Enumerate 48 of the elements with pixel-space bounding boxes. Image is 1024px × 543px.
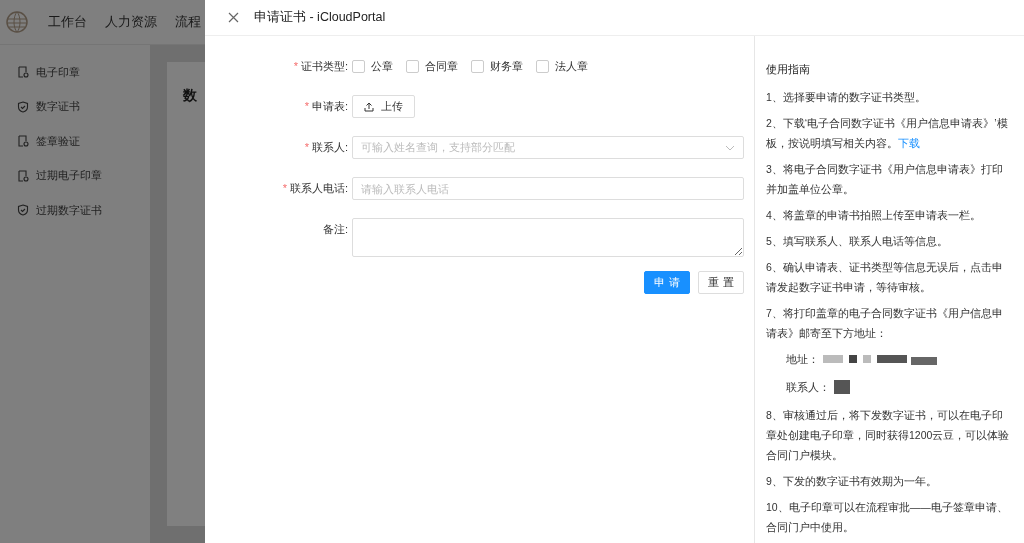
guide-step: 9、下发的数字证书有效期为一年。 — [766, 471, 1013, 491]
checkbox-option[interactable]: 法人章 — [536, 55, 588, 77]
upload-button[interactable]: 上传 — [352, 95, 415, 118]
document-icon — [17, 135, 29, 148]
document-icon — [17, 169, 29, 182]
chevron-down-icon — [725, 144, 735, 151]
form-label: 备注: — [321, 222, 349, 237]
redacted-name-drawing — [834, 382, 850, 392]
contact-label: 联系人： — [786, 380, 830, 395]
submit-button[interactable]: 申 请 — [644, 271, 690, 294]
checkbox-option[interactable]: 财务章 — [471, 55, 523, 77]
shield-icon — [17, 100, 29, 113]
nav-menu-item[interactable]: 工作台 — [48, 13, 87, 31]
document-icon — [17, 66, 29, 79]
nav-menu-item[interactable]: 流程 — [175, 13, 201, 31]
download-link[interactable]: 下载 — [898, 137, 920, 149]
guide-step: 6、确认申请表、证书类型等信息无误后，点击申请发起数字证书申请，等待审核。 — [766, 257, 1013, 297]
drawer-title: 申请证书 - iCloudPortal — [254, 9, 386, 26]
guide-step: 7、将打印盖章的电子合同数字证书《用户信息申请表》邮寄至下方地址： — [766, 303, 1013, 343]
guide-step: 10、电子印章可以在流程审批——电子签章申请、合同门户中使用。 — [766, 497, 1013, 537]
guide-step: 5、填写联系人、联系人电话等信息。 — [766, 231, 1013, 251]
guide-title: 使用指南 — [766, 62, 811, 77]
sidebar-item[interactable]: 电子印章 — [0, 55, 150, 90]
phone-input-field[interactable]: 请输入联系人电话 — [352, 177, 744, 200]
checkbox-option[interactable]: 合同章 — [406, 55, 458, 77]
globe-logo-icon — [6, 11, 28, 33]
form-label: * 联系人电话: — [281, 181, 349, 196]
nav-menu-item[interactable]: 人力资源 — [105, 13, 157, 31]
guide-step: 4、将盖章的申请书拍照上传至申请表一栏。 — [766, 205, 1013, 225]
page-heading: 数 — [183, 87, 197, 103]
close-icon[interactable] — [228, 12, 239, 23]
guide-step: 1、选择要申请的数字证书类型。 — [766, 87, 1013, 107]
sidebar-item[interactable]: 过期数字证书 — [0, 193, 150, 228]
form-label: * 证书类型: — [292, 59, 349, 74]
sidebar-item[interactable]: 签章验证 — [0, 124, 150, 159]
guide-step: 8、审核通过后，将下发数字证书，可以在电子印章处创建电子印章，同时获得1200云豆，可以体验合同门户模块。 — [766, 405, 1013, 465]
guide-step: 3、将电子合同数字证书《用户信息申请表》打印并加盖单位公章。 — [766, 159, 1013, 199]
sidebar-item[interactable]: 数字证书 — [0, 89, 150, 124]
reset-button[interactable]: 重 置 — [698, 271, 744, 294]
form-label: * 联系人: — [303, 140, 349, 155]
form-label: * 申请表: — [303, 99, 349, 114]
upload-icon — [364, 101, 374, 112]
shield-icon — [17, 204, 29, 217]
checkbox-option[interactable]: 公章 — [352, 55, 393, 77]
sidebar-item[interactable]: 过期电子印章 — [0, 158, 150, 193]
address-label: 地址： — [786, 352, 819, 367]
redacted-address-drawing — [911, 356, 937, 366]
guide-step: 2、下载‘电子合同数字证书《用户信息申请表》’模板，按说明填写相关内容。下载 — [766, 113, 1013, 153]
